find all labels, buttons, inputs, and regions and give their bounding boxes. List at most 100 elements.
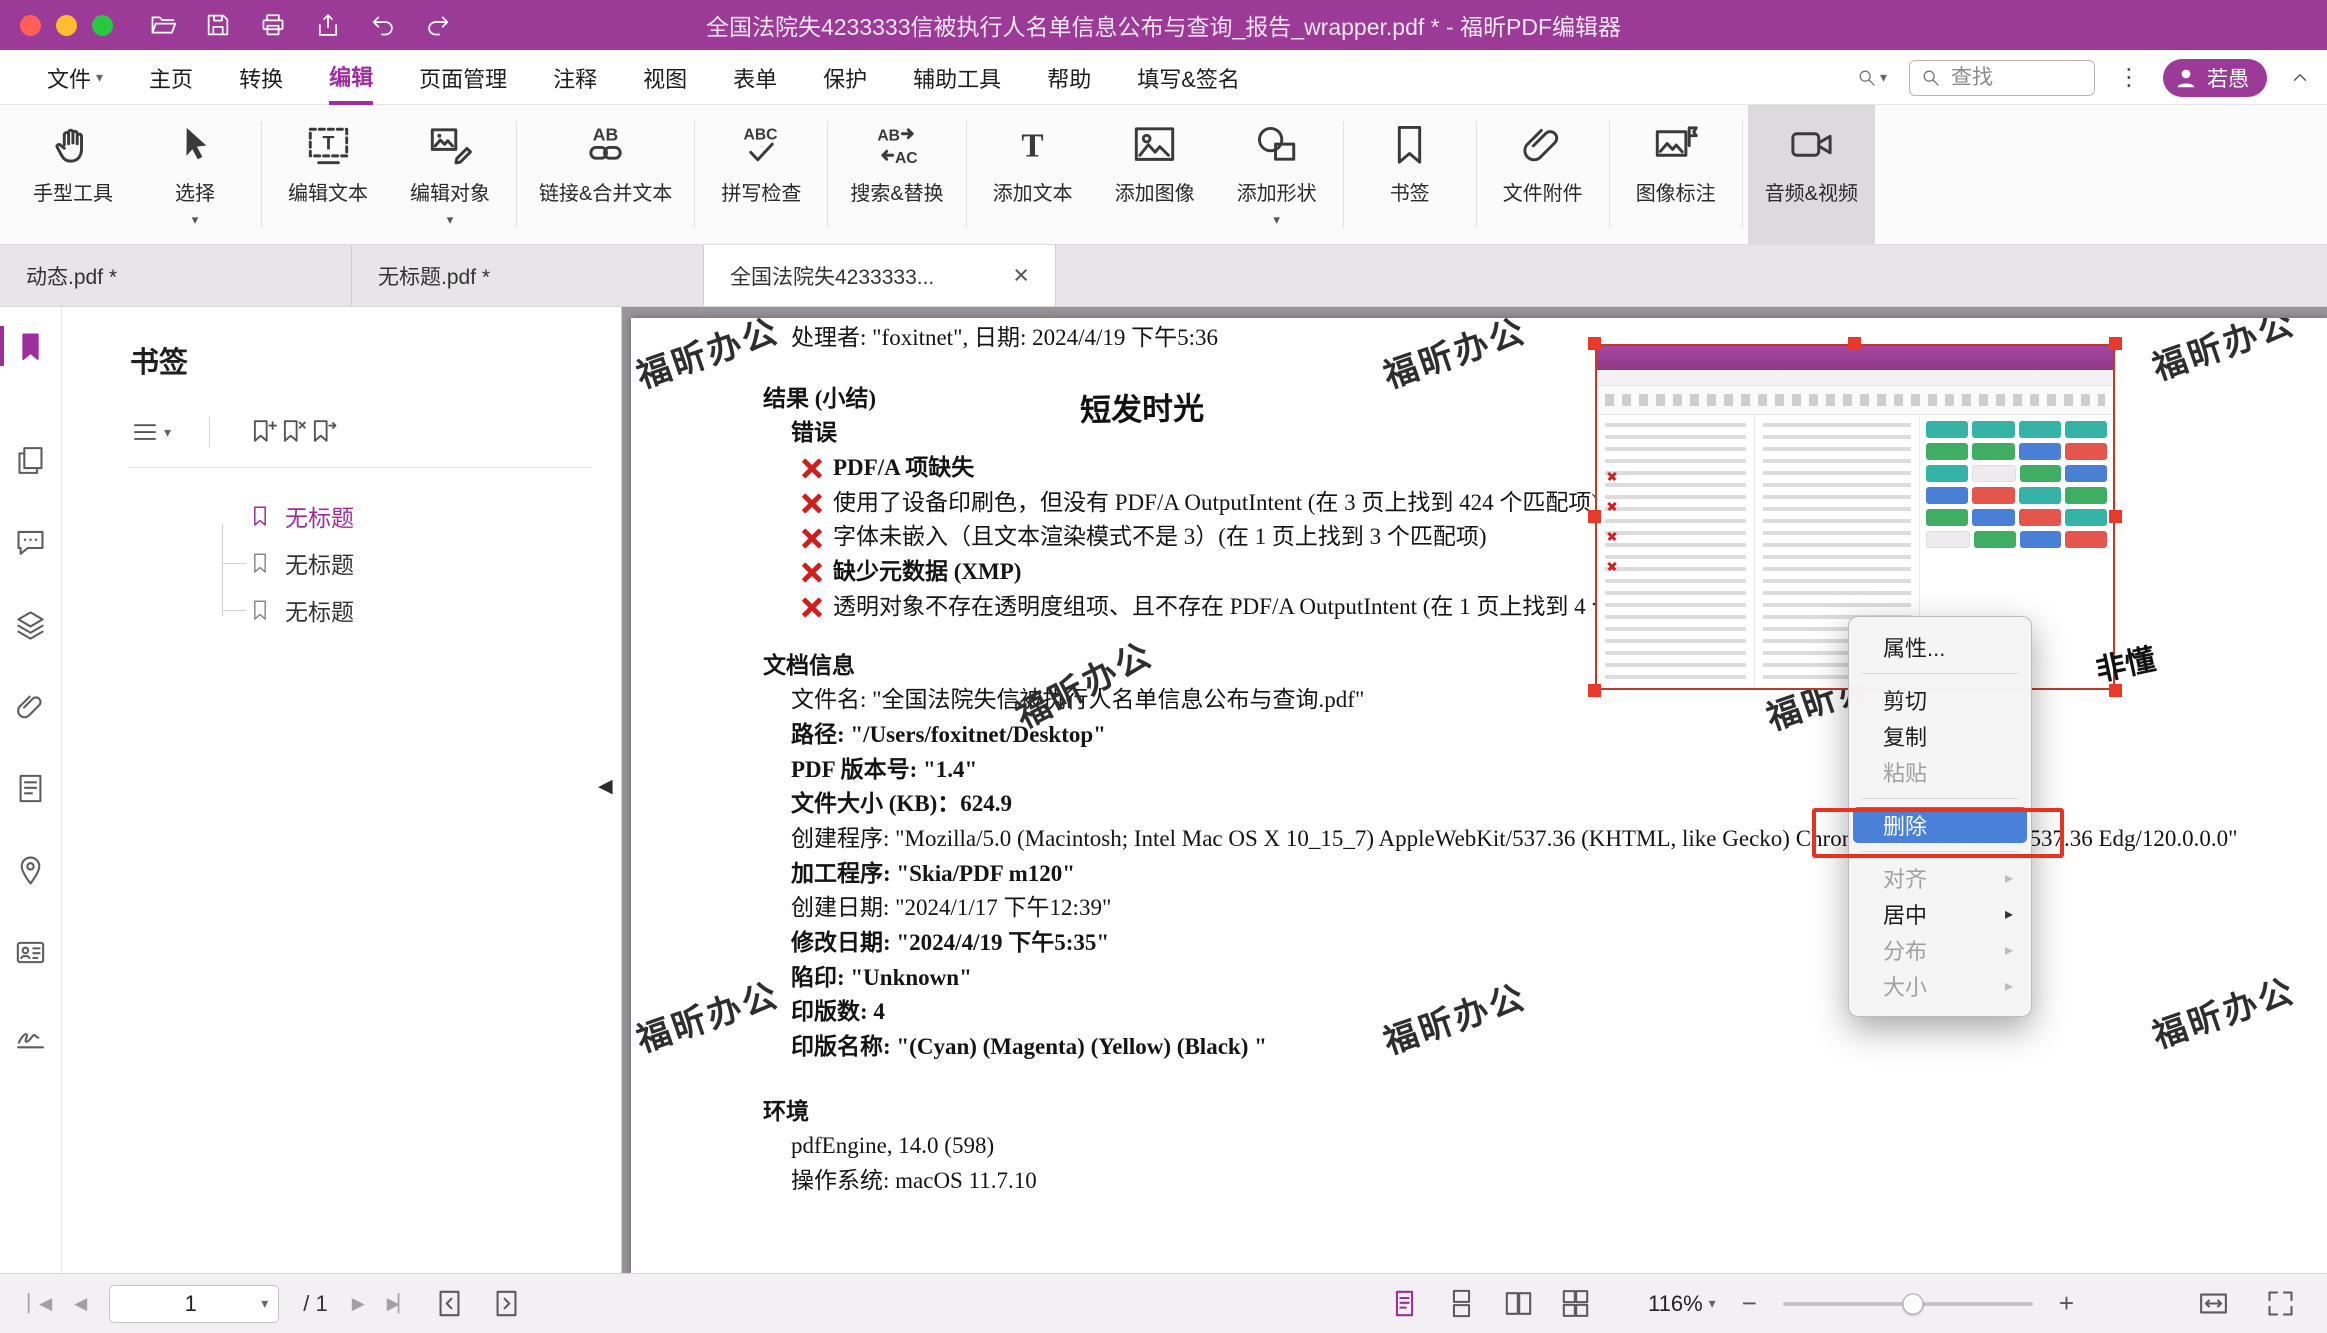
context-menu-copy[interactable]: 复制 ▸ xyxy=(1853,718,2027,754)
collapse-ribbon-icon[interactable] xyxy=(2289,67,2311,89)
collapse-panel-button[interactable]: ◀ xyxy=(598,775,613,798)
open-file-icon[interactable] xyxy=(149,11,177,39)
zoom-slider[interactable] xyxy=(1783,1302,2033,1306)
previous-page-button[interactable]: ◀ xyxy=(74,1294,85,1314)
bookmark-item[interactable]: 无标题 xyxy=(248,539,621,586)
tab-current[interactable]: 全国法院失4233333... × xyxy=(704,245,1056,306)
bookmark-button[interactable]: 书签 ▾ xyxy=(1349,105,1471,244)
add-bookmark-icon[interactable]: ▾ xyxy=(248,417,278,447)
hand-tool-button[interactable]: 手型工具 ▾ xyxy=(12,105,134,244)
layers-panel-icon[interactable] xyxy=(0,595,62,653)
ribbon-tool-label: 音频&视频 xyxy=(1765,177,1858,206)
bookmarks-panel: 书签 ▾ ▾ ▾ xyxy=(62,307,622,1274)
bookmark-item[interactable]: 无标题 xyxy=(248,586,621,633)
bookmark-item[interactable]: 无标题 xyxy=(248,492,621,539)
selection-handle[interactable] xyxy=(1588,510,1601,523)
fullscreen-button[interactable] xyxy=(2264,1287,2297,1320)
selection-handle[interactable] xyxy=(1588,337,1601,350)
undo-icon[interactable] xyxy=(369,11,397,39)
menu-accessibility[interactable]: 辅助工具 ▾ xyxy=(913,50,1001,105)
menu-protect[interactable]: 保护 ▾ xyxy=(823,50,867,105)
digital-id-panel-icon[interactable] xyxy=(0,923,62,981)
zoom-level-dropdown[interactable]: 116% ▾ xyxy=(1648,1291,1716,1317)
tab-untitled[interactable]: 无标题.pdf * × xyxy=(352,245,704,306)
menu-form[interactable]: 表单 ▾ xyxy=(733,50,777,105)
bookmarks-panel-icon[interactable] xyxy=(0,317,62,375)
context-menu-center[interactable]: 居中 ▸ xyxy=(1853,896,2027,932)
destinations-panel-icon[interactable] xyxy=(0,841,62,899)
selection-handle[interactable] xyxy=(2109,337,2122,350)
page-view-modes xyxy=(1388,1287,1592,1320)
page-dropdown-icon[interactable]: ▾ xyxy=(261,1295,268,1312)
attachments-panel-icon[interactable] xyxy=(0,677,62,735)
print-icon[interactable] xyxy=(259,11,287,39)
fit-width-button[interactable] xyxy=(2197,1287,2230,1320)
maximize-window-button[interactable] xyxy=(92,15,113,36)
context-menu-delete[interactable]: 删除 ▸ xyxy=(1853,807,2027,843)
articles-panel-icon[interactable] xyxy=(0,759,62,817)
tab-dongtai[interactable]: 动态.pdf * × xyxy=(0,245,352,306)
next-page-button[interactable]: ▶ xyxy=(352,1294,363,1314)
menu-home[interactable]: 主页 ▾ xyxy=(149,50,193,105)
menu-comment[interactable]: 注释 ▾ xyxy=(553,50,597,105)
page-number-input[interactable] xyxy=(120,1290,261,1318)
zoom-in-button[interactable]: + xyxy=(2059,1288,2074,1319)
first-page-button[interactable]: ▏◀ xyxy=(28,1294,50,1314)
edit-object-button[interactable]: 编辑对象 ▾ xyxy=(389,105,511,244)
find-input[interactable] xyxy=(1949,65,2073,91)
share-icon[interactable] xyxy=(314,11,342,39)
selection-handle[interactable] xyxy=(2109,510,2122,523)
page-number-box[interactable]: ▾ xyxy=(109,1285,279,1323)
minimize-window-button[interactable] xyxy=(56,15,77,36)
save-icon[interactable] xyxy=(204,11,232,39)
last-page-button[interactable]: ▶▏ xyxy=(387,1294,409,1314)
spell-check-button[interactable]: 拼写检查 ▾ xyxy=(700,105,822,244)
single-page-view-button[interactable] xyxy=(1388,1287,1421,1320)
search-options-button[interactable]: ▾ xyxy=(1856,67,1887,88)
menu-help[interactable]: 帮助 ▾ xyxy=(1047,50,1091,105)
pages-panel-icon[interactable] xyxy=(0,431,62,489)
continuous-facing-view-button[interactable] xyxy=(1559,1287,1592,1320)
selection-handle[interactable] xyxy=(1848,337,1861,350)
menu-page-management[interactable]: 页面管理 ▾ xyxy=(419,50,507,105)
menu-fill-sign[interactable]: 填写&签名 ▾ xyxy=(1137,50,1240,105)
add-image-button[interactable]: 添加图像 ▾ xyxy=(1094,105,1216,244)
pdf-page[interactable]: 处理者: "foxitnet", 日期: 2024/4/19 下午5:36 结果… xyxy=(631,318,2327,1274)
delete-bookmark-icon[interactable]: ▾ xyxy=(278,417,308,447)
file-attachment-button[interactable]: 文件附件 ▾ xyxy=(1482,105,1604,244)
menu-convert[interactable]: 转换 ▾ xyxy=(239,50,283,105)
facing-view-button[interactable] xyxy=(1502,1287,1535,1320)
link-join-text-button[interactable]: 链接&合并文本 ▾ xyxy=(522,105,689,244)
comments-panel-icon[interactable] xyxy=(0,513,62,571)
next-view-button[interactable] xyxy=(490,1287,523,1320)
previous-view-button[interactable] xyxy=(433,1287,466,1320)
find-searchbox[interactable] xyxy=(1909,60,2095,96)
menu-edit[interactable]: 编辑 ▾ xyxy=(329,50,373,105)
zoom-out-button[interactable]: − xyxy=(1742,1288,1757,1319)
expand-bookmark-icon[interactable]: ▾ xyxy=(308,417,338,447)
close-icon[interactable]: × xyxy=(1013,262,1029,289)
bookmark-list-menu-icon[interactable]: ▾ xyxy=(130,417,171,447)
signatures-panel-icon[interactable] xyxy=(0,1005,62,1063)
edit-text-button[interactable]: 编辑文本 ▾ xyxy=(267,105,389,244)
selection-handle[interactable] xyxy=(1588,684,1601,697)
context-menu-properties[interactable]: 属性... ▸ xyxy=(1853,629,2027,665)
user-account-button[interactable]: 若愚 xyxy=(2163,59,2267,97)
zoom-slider-knob[interactable] xyxy=(1902,1293,1923,1314)
select-button[interactable]: 选择 ▾ xyxy=(134,105,256,244)
page-total-label: / 1 xyxy=(303,1291,327,1317)
audio-video-button[interactable]: 音频&视频 ▾ xyxy=(1748,105,1875,244)
image-annotation-button[interactable]: 图像标注 ▾ xyxy=(1615,105,1737,244)
continuous-view-button[interactable] xyxy=(1445,1287,1478,1320)
add-shapes-button[interactable]: 添加形状 ▾ xyxy=(1216,105,1338,244)
context-menu-cut[interactable]: 剪切 ▸ xyxy=(1853,682,2027,718)
document-text-line: 修改日期: "2024/4/19 下午5:35" xyxy=(631,926,2327,961)
add-text-button[interactable]: 添加文本 ▾ xyxy=(972,105,1094,244)
menu-file[interactable]: 文件 ▾ xyxy=(47,50,103,105)
close-window-button[interactable] xyxy=(20,15,41,36)
more-options-icon[interactable]: ⋮ xyxy=(2117,63,2141,92)
search-replace-button[interactable]: 搜索&替换 ▾ xyxy=(833,105,960,244)
page-navigation: ▏◀ ◀ ▾ / 1 ▶ ▶▏ xyxy=(28,1285,523,1323)
redo-icon[interactable] xyxy=(424,11,452,39)
menu-view[interactable]: 视图 ▾ xyxy=(643,50,687,105)
